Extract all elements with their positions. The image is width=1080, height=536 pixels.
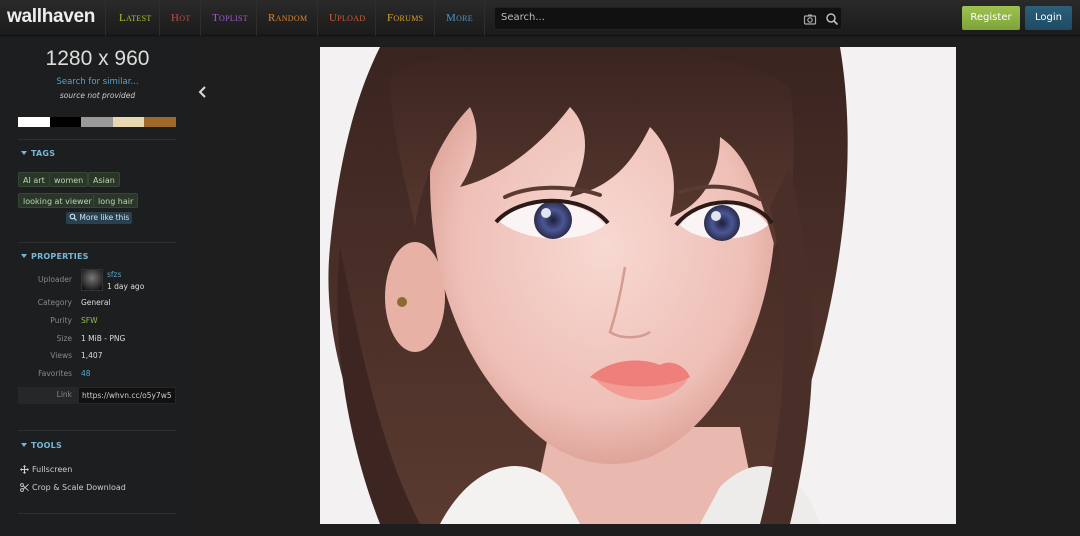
search-icon: [69, 213, 77, 221]
uploader-label: Uploader: [38, 275, 72, 284]
tag-looking-at-viewer[interactable]: looking at viewer: [18, 193, 97, 208]
color-palette: [18, 117, 176, 127]
nav-divider: [375, 0, 376, 36]
properties-heading[interactable]: PROPERTIES: [21, 252, 89, 261]
site-logo[interactable]: wallhaven: [7, 6, 95, 28]
divider: [18, 139, 176, 140]
more-like-this-label: More like this: [79, 213, 130, 222]
tag-women[interactable]: women: [49, 172, 89, 187]
top-bar: wallhaven Latest Hot Toplist Random Uplo…: [0, 0, 1080, 36]
search-icon[interactable]: [825, 12, 839, 26]
purity-value: SFW: [81, 316, 98, 325]
category-label: Category: [37, 298, 72, 307]
sidebar: 1280 x 960 Search for similar... source …: [0, 37, 195, 536]
palette-swatch[interactable]: [81, 117, 113, 127]
tag-long-hair[interactable]: long hair: [93, 193, 139, 208]
move-arrows-icon: [20, 465, 29, 474]
fullscreen-label: Fullscreen: [32, 465, 73, 474]
nav-more[interactable]: More: [446, 0, 473, 36]
tools-heading-label: TOOLS: [31, 441, 62, 450]
link-label: Link: [56, 390, 72, 399]
favorites-value[interactable]: 48: [81, 369, 91, 378]
search-box: [494, 7, 842, 30]
divider: [18, 513, 176, 514]
size-value: 1 MiB - PNG: [81, 334, 126, 343]
scissors-icon: [20, 483, 29, 492]
nav-latest[interactable]: Latest: [119, 0, 152, 36]
tag-asian[interactable]: Asian: [88, 172, 120, 187]
nav-divider: [484, 0, 485, 36]
avatar[interactable]: [81, 269, 103, 291]
views-value: 1,407: [81, 351, 103, 360]
favorites-label: Favorites: [38, 369, 72, 378]
nav-divider: [256, 0, 257, 36]
caret-down-icon: [21, 443, 27, 447]
nav-hot[interactable]: Hot: [171, 0, 191, 36]
wallpaper-image[interactable]: [320, 47, 956, 524]
palette-swatch[interactable]: [112, 117, 145, 127]
tags-heading[interactable]: TAGS: [21, 149, 55, 158]
portrait-illustration: [320, 47, 956, 524]
palette-swatch[interactable]: [49, 117, 82, 127]
crop-scale-label: Crop & Scale Download: [32, 483, 126, 492]
camera-icon[interactable]: [803, 12, 817, 26]
divider: [18, 242, 176, 243]
short-link-field[interactable]: https://whvn.cc/o5y7w5: [79, 388, 175, 403]
nav-divider: [200, 0, 201, 36]
category-value: General: [81, 298, 111, 307]
source-text: source not provided: [59, 91, 136, 100]
login-button[interactable]: Login: [1025, 6, 1072, 30]
resolution-title: 1280 x 960: [45, 47, 150, 70]
upload-time: 1 day ago: [107, 282, 145, 291]
views-label: Views: [50, 351, 72, 360]
nav-toplist[interactable]: Toplist: [212, 0, 248, 36]
uploader-name[interactable]: sfzs: [107, 270, 121, 279]
fullscreen-tool[interactable]: Fullscreen: [20, 465, 72, 474]
search-input[interactable]: [501, 12, 791, 23]
register-button[interactable]: Register: [962, 6, 1020, 30]
divider: [18, 430, 176, 431]
nav-divider: [434, 0, 435, 36]
size-label: Size: [56, 334, 72, 343]
nav-upload[interactable]: Upload: [329, 0, 365, 36]
nav-divider: [159, 0, 160, 36]
nav-divider: [317, 0, 318, 36]
nav-divider: [105, 0, 106, 36]
purity-label: Purity: [50, 316, 72, 325]
chevron-left-icon[interactable]: [193, 80, 213, 104]
palette-swatch[interactable]: [144, 117, 176, 127]
nav-forums[interactable]: Forums: [387, 0, 423, 36]
tag-ai-art[interactable]: AI art: [18, 172, 50, 187]
link-row: Link https://whvn.cc/o5y7w5: [18, 387, 176, 404]
caret-down-icon: [21, 254, 27, 258]
caret-down-icon: [21, 151, 27, 155]
more-like-this-button[interactable]: More like this: [66, 212, 133, 224]
palette-swatch[interactable]: [18, 117, 50, 127]
tags-heading-label: TAGS: [31, 149, 56, 158]
tools-heading[interactable]: TOOLS: [21, 441, 62, 450]
nav-random[interactable]: Random: [268, 0, 307, 36]
crop-scale-tool[interactable]: Crop & Scale Download: [20, 483, 126, 492]
properties-heading-label: PROPERTIES: [31, 252, 89, 261]
search-similar-link[interactable]: Search for similar...: [0, 77, 195, 87]
